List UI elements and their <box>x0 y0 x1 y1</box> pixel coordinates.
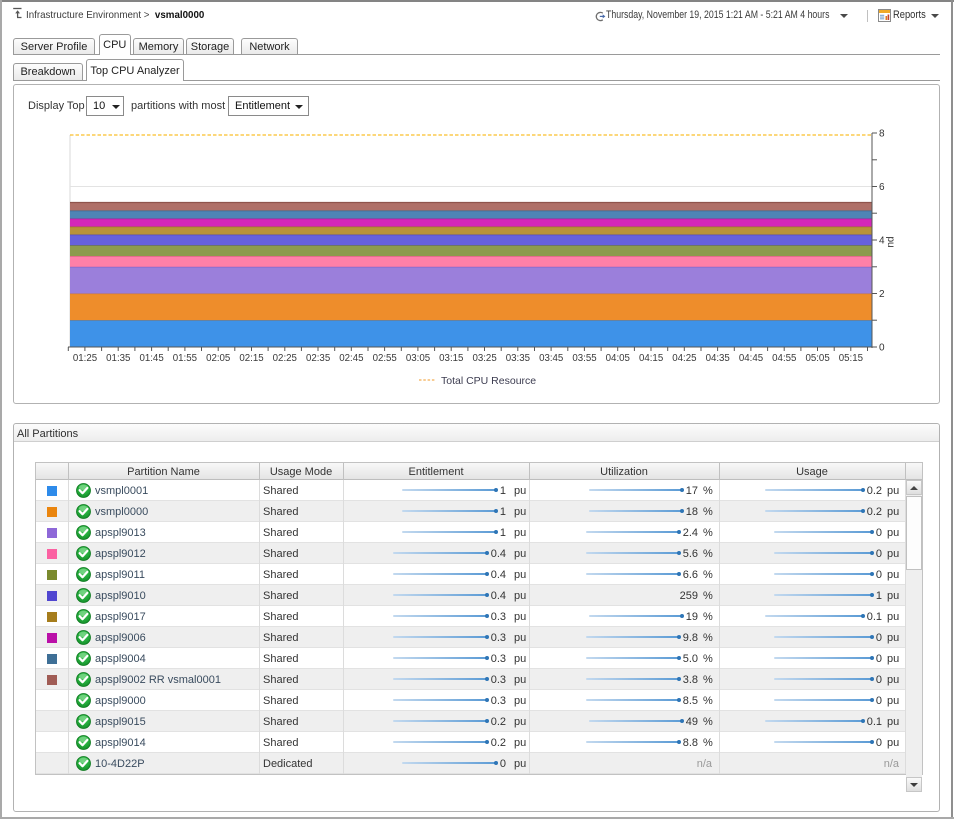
svg-text:pu: pu <box>885 236 896 247</box>
svg-text:04:05: 04:05 <box>606 353 630 364</box>
svg-text:03:25: 03:25 <box>472 353 496 364</box>
svg-text:01:25: 01:25 <box>73 353 97 364</box>
svg-text:04:45: 04:45 <box>739 353 763 364</box>
svg-text:04:55: 04:55 <box>772 353 796 364</box>
svg-text:05:15: 05:15 <box>839 353 863 364</box>
svg-text:02:15: 02:15 <box>239 353 263 364</box>
svg-text:03:15: 03:15 <box>439 353 463 364</box>
svg-text:02:05: 02:05 <box>206 353 230 364</box>
svg-text:03:45: 03:45 <box>539 353 563 364</box>
svg-text:8: 8 <box>879 129 885 140</box>
svg-text:2: 2 <box>879 289 885 300</box>
svg-text:02:45: 02:45 <box>339 353 363 364</box>
svg-text:6: 6 <box>879 182 885 193</box>
svg-text:01:35: 01:35 <box>106 353 130 364</box>
svg-text:03:55: 03:55 <box>572 353 596 364</box>
svg-text:02:55: 02:55 <box>373 353 397 364</box>
svg-text:01:55: 01:55 <box>173 353 197 364</box>
svg-text:03:35: 03:35 <box>506 353 530 364</box>
svg-text:04:25: 04:25 <box>672 353 696 364</box>
svg-text:04:35: 04:35 <box>706 353 730 364</box>
svg-text:0: 0 <box>879 343 885 354</box>
svg-text:03:05: 03:05 <box>406 353 430 364</box>
svg-text:02:25: 02:25 <box>273 353 297 364</box>
svg-text:01:45: 01:45 <box>139 353 163 364</box>
svg-text:05:05: 05:05 <box>805 353 829 364</box>
svg-text:4: 4 <box>879 236 885 247</box>
svg-text:02:35: 02:35 <box>306 353 330 364</box>
svg-text:Total CPU Resource: Total CPU Resource <box>441 375 536 387</box>
svg-text:04:15: 04:15 <box>639 353 663 364</box>
